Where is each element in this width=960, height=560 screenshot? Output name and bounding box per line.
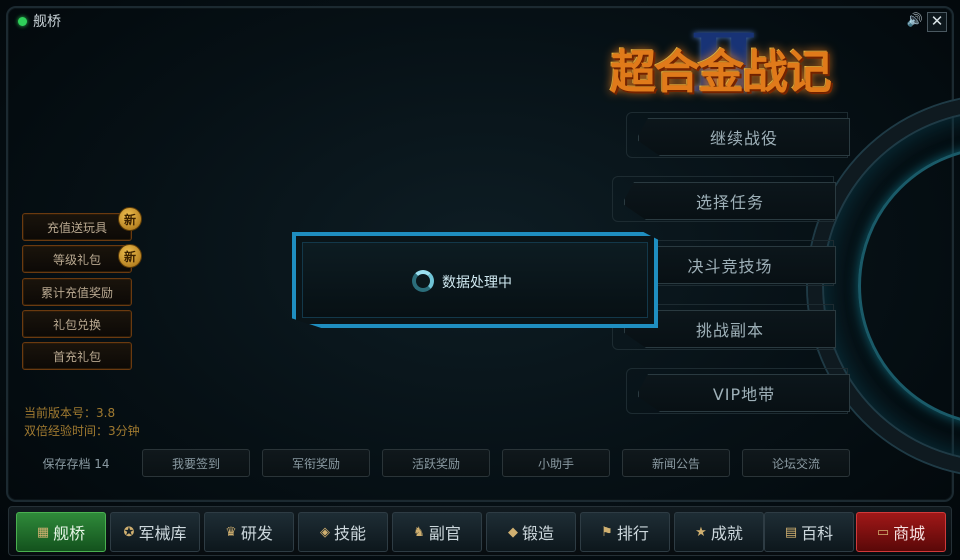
cart-icon: ▭: [876, 524, 890, 540]
activity-reward-button[interactable]: 活跃奖励: [382, 449, 490, 477]
nav-shop[interactable]: ▭ 商城: [856, 512, 946, 552]
nav-armory[interactable]: ✪ 军械库: [110, 512, 200, 552]
nav-encyclopedia[interactable]: ▤ 百科: [764, 512, 854, 552]
helper-button[interactable]: 小助手: [502, 449, 610, 477]
version-info: 当前版本号：3.8 双倍经验时间：3分钟: [24, 404, 140, 440]
news-button[interactable]: 新闻公告: [622, 449, 730, 477]
medal-icon: ✪: [123, 524, 135, 540]
promo-cumulative-recharge[interactable]: 累计充值奖励: [22, 278, 132, 306]
promo-first-recharge[interactable]: 首充礼包: [22, 342, 132, 370]
menu-vip-zone[interactable]: VIP地带: [638, 374, 850, 412]
close-button[interactable]: ✕: [927, 12, 947, 32]
nav-bridge[interactable]: ▦ 舰桥: [16, 512, 106, 552]
nav-label: 成就: [710, 524, 743, 543]
nav-label: 研发: [240, 524, 273, 543]
game-logo: Ⅱ 超合金战记: [604, 16, 856, 110]
crystal-icon: ◆: [507, 524, 518, 540]
nav-achievements[interactable]: ★ 成就: [674, 512, 764, 552]
nav-skills[interactable]: ◈ 技能: [298, 512, 388, 552]
cube-icon: ◈: [319, 524, 330, 540]
forum-button[interactable]: 论坛交流: [742, 449, 850, 477]
promo-recharge-toy[interactable]: 充值送玩具: [22, 213, 132, 241]
double-exp-text: 双倍经验时间：3分钟: [24, 424, 140, 438]
nav-label: 排行: [616, 524, 649, 543]
crown-icon: ♛: [225, 524, 237, 540]
game-screen: 舰桥 🔊 ✕ Ⅱ 超合金战记 继续战役 选择任务 决斗竞技场 挑战副本 VIP地…: [0, 0, 960, 560]
promo-level-gift[interactable]: 等级礼包: [22, 245, 132, 273]
promo-gift-redeem[interactable]: 礼包兑换: [22, 310, 132, 338]
nav-research[interactable]: ♛ 研发: [204, 512, 294, 552]
nav-adjutant[interactable]: ♞ 副官: [392, 512, 482, 552]
version-text: 当前版本号：3.8: [24, 406, 116, 420]
nav-label: 副官: [428, 524, 461, 543]
loading-message: 数据处理中: [442, 275, 512, 291]
loading-spinner-icon: [412, 270, 434, 292]
adjutant-icon: ♞: [413, 524, 425, 540]
nav-label: 技能: [333, 524, 366, 543]
nav-label: 军械库: [138, 524, 187, 543]
rank-reward-button[interactable]: 军衔奖励: [262, 449, 370, 477]
sign-in-button[interactable]: 我要签到: [142, 449, 250, 477]
book-icon: ▤: [784, 524, 798, 540]
nav-label: 商城: [893, 524, 926, 543]
checker-flag-icon: ▦: [36, 524, 50, 540]
new-badge: 新: [118, 244, 142, 268]
menu-continue-campaign[interactable]: 继续战役: [638, 118, 850, 156]
status-dot-icon: [18, 16, 27, 26]
nav-label: 锻造: [521, 524, 554, 543]
nav-label: 舰桥: [53, 524, 86, 543]
sound-toggle-icon[interactable]: 🔊: [906, 12, 924, 30]
logo-title: 超合金战记: [610, 45, 832, 99]
nav-ranking[interactable]: ⚑ 排行: [580, 512, 670, 552]
nav-label: 百科: [801, 524, 834, 543]
ranking-icon: ⚑: [601, 524, 613, 540]
window-title: 舰桥: [33, 14, 61, 30]
save-game-button[interactable]: 保存存档 14: [22, 449, 130, 477]
menu-select-mission[interactable]: 选择任务: [624, 182, 836, 220]
new-badge: 新: [118, 207, 142, 231]
star-icon: ★: [695, 524, 707, 540]
nav-forge[interactable]: ◆ 锻造: [486, 512, 576, 552]
loading-dialog: 数据处理中: [292, 232, 658, 328]
